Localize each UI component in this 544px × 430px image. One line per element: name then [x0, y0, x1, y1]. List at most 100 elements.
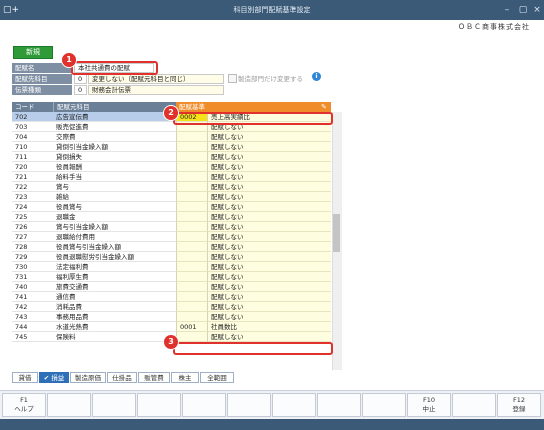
cell-basis-code[interactable] [176, 172, 207, 182]
table-row[interactable]: 725 退職金 配賦しない [12, 212, 331, 222]
cell-basis-code[interactable] [176, 262, 207, 272]
table-row[interactable]: 744 水道光熱費 0001 社員数比 [12, 322, 331, 332]
cell-basis-name: 配賦しない [207, 152, 331, 162]
table-row[interactable]: 727 退職給付費用 配賦しない [12, 232, 331, 242]
table-row[interactable]: 711 貸倒損失 配賦しない [12, 152, 331, 162]
pin-icon[interactable]: ✎ [321, 103, 329, 111]
cell-basis-name: 配賦しない [207, 172, 331, 182]
callout-box-1 [71, 61, 158, 75]
fkey-button-11[interactable] [452, 393, 496, 417]
fkey-number: F10 [422, 396, 435, 404]
cell-basis-name: 配賦しない [207, 132, 331, 142]
cell-code: 742 [12, 302, 53, 312]
cell-code: 723 [12, 192, 53, 202]
table-row[interactable]: 720 役員報酬 配賦しない [12, 162, 331, 172]
table-row[interactable]: 710 貸倒引当金繰入額 配賦しない [12, 142, 331, 152]
tab-6[interactable]: 全範囲 [200, 372, 234, 383]
voucher-type-value: 財務会計伝票 [88, 85, 224, 95]
scrollbar-thumb[interactable] [333, 214, 340, 252]
table-row[interactable]: 740 旅費交通費 配賦しない [12, 282, 331, 292]
table-row[interactable]: 743 事務用品費 配賦しない [12, 312, 331, 322]
minimize-icon[interactable]: – [500, 3, 514, 17]
cell-basis-code[interactable] [176, 132, 207, 142]
maximize-icon[interactable]: ▢ [516, 3, 530, 17]
cell-account-name: 広告宣伝費 [53, 112, 176, 122]
cell-account-name: 法定福利費 [53, 262, 176, 272]
cell-basis-code[interactable] [176, 242, 207, 252]
fkey-button-4[interactable] [137, 393, 181, 417]
fkey-button-5[interactable] [182, 393, 226, 417]
cell-basis-name: 配賦しない [207, 262, 331, 272]
fkey-button-2[interactable] [47, 393, 91, 417]
tab-2[interactable]: 製造原価 [70, 372, 106, 383]
close-icon[interactable]: × [530, 3, 544, 17]
cell-basis-code[interactable] [176, 182, 207, 192]
cell-basis-code[interactable] [176, 272, 207, 282]
fkey-button-3[interactable] [92, 393, 136, 417]
cell-basis-code[interactable] [176, 202, 207, 212]
cell-basis-code[interactable] [176, 212, 207, 222]
cell-basis-code[interactable] [176, 332, 207, 342]
info-icon[interactable]: i [312, 72, 321, 81]
table-row[interactable]: 741 通信費 配賦しない [12, 292, 331, 302]
cell-basis-code[interactable] [176, 152, 207, 162]
table-row[interactable]: 731 福利厚生費 配賦しない [12, 272, 331, 282]
cell-code: 740 [12, 282, 53, 292]
fkey-button-1[interactable]: F1 ヘルプ [2, 393, 46, 417]
fkey-button-7[interactable] [272, 393, 316, 417]
table-row[interactable]: 724 役員賞与 配賦しない [12, 202, 331, 212]
column-header-account[interactable]: 配賦元科目 [53, 102, 176, 112]
cell-code: 729 [12, 252, 53, 262]
cell-code: 731 [12, 272, 53, 282]
fkey-number: F12 [512, 396, 525, 404]
new-button[interactable]: 新規 [13, 46, 53, 59]
table-row[interactable]: 722 賞与 配賦しない [12, 182, 331, 192]
tab-0[interactable]: 貸借 [12, 372, 38, 383]
column-header-basis[interactable]: 配賦基準 [176, 102, 331, 112]
cell-basis-name: 配賦しない [207, 252, 331, 262]
fkey-number: F1 [20, 396, 28, 404]
cell-basis-code[interactable] [176, 292, 207, 302]
table-row[interactable]: 730 法定福利費 配賦しない [12, 262, 331, 272]
fkey-button-8[interactable] [317, 393, 361, 417]
target-account-code[interactable]: 0 [74, 74, 87, 84]
fkey-button-10[interactable]: F10 中止 [407, 393, 451, 417]
cell-basis-code[interactable] [176, 142, 207, 152]
table-row[interactable]: 742 消耗品費 配賦しない [12, 302, 331, 312]
cell-basis-code[interactable] [176, 222, 207, 232]
cell-basis-name: 配賦しない [207, 272, 331, 282]
manufacturing-only-checkbox[interactable] [228, 74, 237, 83]
tab-5[interactable]: 株主 [171, 372, 199, 383]
voucher-type-code[interactable]: 0 [74, 85, 87, 95]
cell-basis-code[interactable] [176, 302, 207, 312]
tab-4[interactable]: 販管費 [138, 372, 170, 383]
cell-basis-code[interactable]: 0001 [176, 322, 207, 332]
cell-account-name: 水道光熱費 [53, 322, 176, 332]
cell-basis-code[interactable] [176, 162, 207, 172]
cell-account-name: 役員賞与 [53, 202, 176, 212]
fkey-button-6[interactable] [227, 393, 271, 417]
table-row[interactable]: 728 役員賞与引当金繰入額 配賦しない [12, 242, 331, 252]
cell-basis-code[interactable] [176, 312, 207, 322]
cell-code: 702 [12, 112, 53, 122]
cell-basis-code[interactable] [176, 282, 207, 292]
cell-basis-code[interactable] [176, 232, 207, 242]
cell-code: 721 [12, 172, 53, 182]
table-row[interactable]: 721 給料手当 配賦しない [12, 172, 331, 182]
tab-1[interactable]: ✔ 損益 [39, 372, 69, 383]
column-header-code[interactable]: コード [12, 102, 53, 112]
fkey-button-12[interactable]: F12 登録 [497, 393, 541, 417]
cell-account-name: 退職給付費用 [53, 232, 176, 242]
cell-basis-code[interactable] [176, 252, 207, 262]
cell-basis-name: 配賦しない [207, 232, 331, 242]
table-row[interactable]: 704 交際費 配賦しない [12, 132, 331, 142]
cell-code: 725 [12, 212, 53, 222]
table-row[interactable]: 726 賞与引当金繰入額 配賦しない [12, 222, 331, 232]
cell-basis-code[interactable] [176, 192, 207, 202]
table-row[interactable]: 729 役員退職慰労引当金繰入額 配賦しない [12, 252, 331, 262]
fkey-button-9[interactable] [362, 393, 406, 417]
tab-3[interactable]: 仕掛品 [107, 372, 137, 383]
cell-basis-name: 配賦しない [207, 282, 331, 292]
cell-basis-name: 配賦しない [207, 182, 331, 192]
table-row[interactable]: 723 雑給 配賦しない [12, 192, 331, 202]
